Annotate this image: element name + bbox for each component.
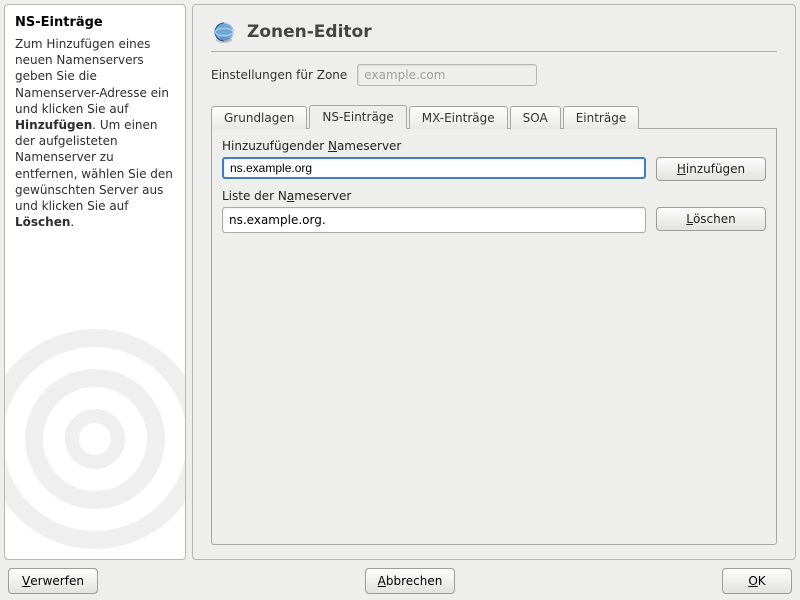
tab-ns-eintraege[interactable]: NS-Einträge xyxy=(309,105,406,129)
help-title: NS-Einträge xyxy=(15,15,175,30)
nameserver-input[interactable] xyxy=(222,157,646,179)
help-body: Zum Hinzufügen eines neuen Namenservers … xyxy=(15,36,175,230)
help-panel: NS-Einträge Zum Hinzufügen eines neuen N… xyxy=(4,4,186,560)
nameserver-listbox[interactable]: ns.example.org. xyxy=(222,207,646,233)
tab-eintraege[interactable]: Einträge xyxy=(563,106,640,129)
main-panel: Zonen-Editor Einstellungen für Zone exam… xyxy=(192,4,796,560)
add-button[interactable]: Hinzufügen xyxy=(656,157,766,181)
title-rule xyxy=(211,51,777,52)
globe-icon xyxy=(211,19,237,45)
nameserver-add-label: Hinzuzufügender Nameserver xyxy=(222,139,766,153)
nameserver-list-label: Liste der Nameserver xyxy=(222,189,766,203)
watermark xyxy=(4,329,186,560)
tab-bar: Grundlagen NS-Einträge MX-Einträge SOA E… xyxy=(211,104,777,129)
zone-name-field: example.com xyxy=(357,64,537,86)
cancel-button[interactable]: Abbrechen xyxy=(365,568,455,594)
bottom-bar: Verwerfen Abbrechen OK xyxy=(4,560,796,596)
zone-settings-label: Einstellungen für Zone xyxy=(211,68,347,82)
tab-mx-eintraege[interactable]: MX-Einträge xyxy=(409,106,508,129)
list-item[interactable]: ns.example.org. xyxy=(229,212,639,228)
page-title: Zonen-Editor xyxy=(247,22,372,42)
discard-button[interactable]: Verwerfen xyxy=(8,568,98,594)
ok-button[interactable]: OK xyxy=(722,568,792,594)
tab-soa[interactable]: SOA xyxy=(510,106,561,129)
tab-grundlagen[interactable]: Grundlagen xyxy=(211,106,307,129)
delete-button[interactable]: Löschen xyxy=(656,207,766,231)
tab-content: Hinzuzufügender Nameserver Hinzufügen Li… xyxy=(211,129,777,545)
titlebar: Zonen-Editor xyxy=(211,19,777,51)
